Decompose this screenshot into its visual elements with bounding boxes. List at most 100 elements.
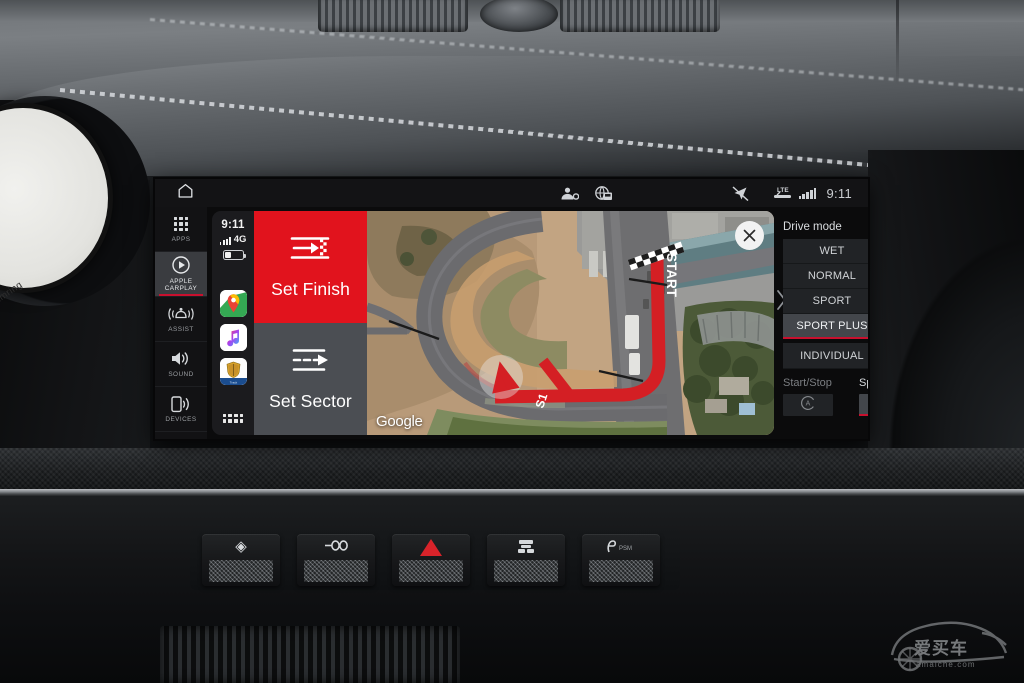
sidebar-item-apps[interactable]: APPS	[155, 207, 207, 252]
psm-button[interactable]: PSM	[582, 534, 660, 586]
option-label: WET	[819, 245, 845, 257]
pcm-infotainment-screen[interactable]: LTE 9:11 APPS APPLE CARPLAY ASSIST SOUND…	[155, 179, 868, 439]
carplay-window[interactable]: 9:11 4G Track Set Finish Set Sector STAR…	[212, 211, 774, 435]
set-sector-icon	[290, 347, 332, 378]
close-icon[interactable]	[735, 221, 764, 250]
map-provider-label: Google	[376, 413, 423, 430]
sidebar-item-settings[interactable]	[155, 432, 207, 439]
mute-navigation-icon[interactable]	[731, 185, 749, 201]
speaker-icon	[170, 349, 192, 368]
cellular-bars-icon	[219, 237, 231, 245]
exhaust-button[interactable]	[297, 534, 375, 586]
carplay-signal-group: 4G	[219, 234, 247, 245]
carplay-clock: 9:11	[221, 219, 245, 231]
svg-text:A: A	[806, 400, 811, 407]
diamond-icon: ◈	[235, 538, 247, 555]
button-grip	[399, 560, 463, 582]
drive-mode-option-sport-plus[interactable]: SPORT PLUS	[783, 314, 868, 339]
lower-air-vent	[160, 626, 460, 683]
spoiler-group: Spoiler	[859, 377, 868, 416]
air-vent-left	[318, 0, 468, 32]
status-bar: LTE 9:11	[155, 179, 868, 207]
start-stop-group: Start/Stop A	[783, 377, 839, 416]
status-icon-group	[560, 185, 613, 201]
auto-start-stop-icon: A	[800, 395, 816, 416]
button-grip	[589, 560, 653, 582]
drive-mode-option-individual[interactable]: INDIVIDUAL	[783, 343, 868, 369]
spoiler-title: Spoiler	[859, 377, 868, 389]
traction-button[interactable]	[487, 534, 565, 586]
carplay-action-column: Set Finish Set Sector	[254, 211, 367, 435]
vehicle-controls-panel: Drive mode WET NORMAL SPORT SPORT PLUS I…	[783, 209, 868, 439]
status-right-group: LTE 9:11	[731, 185, 853, 201]
air-vent-right	[560, 0, 720, 32]
signal-bars-icon	[798, 187, 817, 199]
sidebar-item-label: DEVICES	[165, 416, 197, 424]
drive-mode-option-normal[interactable]: NORMAL	[783, 264, 868, 289]
drive-mode-title: Drive mode	[783, 221, 842, 233]
world-traffic-icon[interactable]	[594, 185, 613, 201]
home-button[interactable]	[177, 183, 194, 204]
sidebar-item-label: SOUND	[168, 371, 194, 379]
screenshot-root: Hockenheimring ◈	[0, 0, 1024, 683]
carplay-dock: 9:11 4G Track	[212, 211, 254, 435]
carplay-icon	[172, 256, 190, 275]
hazard-triangle-icon	[420, 539, 442, 556]
option-label: INDIVIDUAL	[800, 349, 864, 362]
set-finish-label: Set Finish	[271, 278, 350, 299]
sidebar-item-devices[interactable]: DEVICES	[155, 387, 207, 432]
sidebar-nav: APPS APPLE CARPLAY ASSIST SOUND DEVICES	[155, 207, 207, 439]
home-icon	[177, 183, 194, 204]
traction-control-icon	[516, 539, 536, 557]
sidebar-item-label: APPLE CARPLAY	[164, 277, 198, 292]
sidebar-item-sound[interactable]: SOUND	[155, 342, 207, 387]
button-grip	[494, 560, 558, 582]
start-marker-label: START	[664, 253, 679, 298]
sidebar-item-apple-carplay[interactable]: APPLE CARPLAY	[155, 252, 207, 297]
option-label: SPORT	[812, 295, 852, 307]
passenger-icon[interactable]	[560, 187, 579, 200]
carplay-map[interactable]: START S1 Google	[367, 211, 774, 435]
exhaust-pipes-icon	[323, 539, 349, 555]
sidebar-item-assist[interactable]: ASSIST	[155, 297, 207, 342]
set-sector-button[interactable]: Set Sector	[254, 323, 367, 435]
button-grip	[209, 560, 273, 582]
lte-antenna-icon: LTE	[773, 185, 817, 201]
set-finish-button[interactable]: Set Finish	[254, 211, 367, 323]
apps-grid-icon	[173, 214, 189, 233]
music-app-icon[interactable]	[219, 324, 247, 351]
drive-mode-options: WET NORMAL SPORT SPORT PLUS INDIVIDUAL	[783, 239, 868, 369]
svg-text:PSM: PSM	[619, 546, 632, 552]
spoiler-button[interactable]	[859, 394, 868, 416]
status-clock: 9:11	[826, 185, 852, 201]
dashboard-panel-seam	[896, 0, 899, 86]
sidebar-item-label: ASSIST	[168, 326, 194, 334]
damper-button[interactable]: ◈	[202, 534, 280, 586]
set-sector-label: Set Sector	[269, 390, 352, 411]
dashboard-bezel-curve	[860, 150, 1024, 450]
sidebar-item-label: APPS	[171, 236, 191, 244]
psm-icon: PSM	[604, 539, 638, 556]
chrome-accent-strip	[0, 489, 1024, 496]
svg-text:Track: Track	[229, 380, 237, 384]
drive-mode-group: Drive mode WET NORMAL SPORT SPORT PLUS I…	[783, 221, 868, 369]
set-finish-icon	[290, 235, 332, 266]
porsche-track-precision-app-icon[interactable]: Track	[219, 358, 247, 385]
center-console-trim	[0, 448, 1024, 490]
button-grip	[304, 560, 368, 582]
satellite-track-map: START S1	[367, 211, 774, 435]
drive-mode-option-wet[interactable]: WET	[783, 239, 868, 264]
app-grid-icon[interactable]	[222, 413, 244, 423]
carplay-network-label: 4G	[233, 234, 247, 245]
option-label: SPORT PLUS	[796, 320, 868, 332]
devices-phone-icon	[170, 394, 192, 413]
battery-icon	[222, 250, 246, 260]
console-bottom	[0, 620, 1024, 683]
hazard-button[interactable]	[392, 534, 470, 586]
start-stop-title: Start/Stop	[783, 377, 832, 389]
maps-app-icon[interactable]	[219, 290, 247, 317]
assist-car-icon	[168, 304, 194, 323]
carplay-app-list: Track	[219, 290, 247, 385]
drive-mode-option-sport[interactable]: SPORT	[783, 289, 868, 314]
start-stop-button[interactable]: A	[783, 394, 833, 416]
